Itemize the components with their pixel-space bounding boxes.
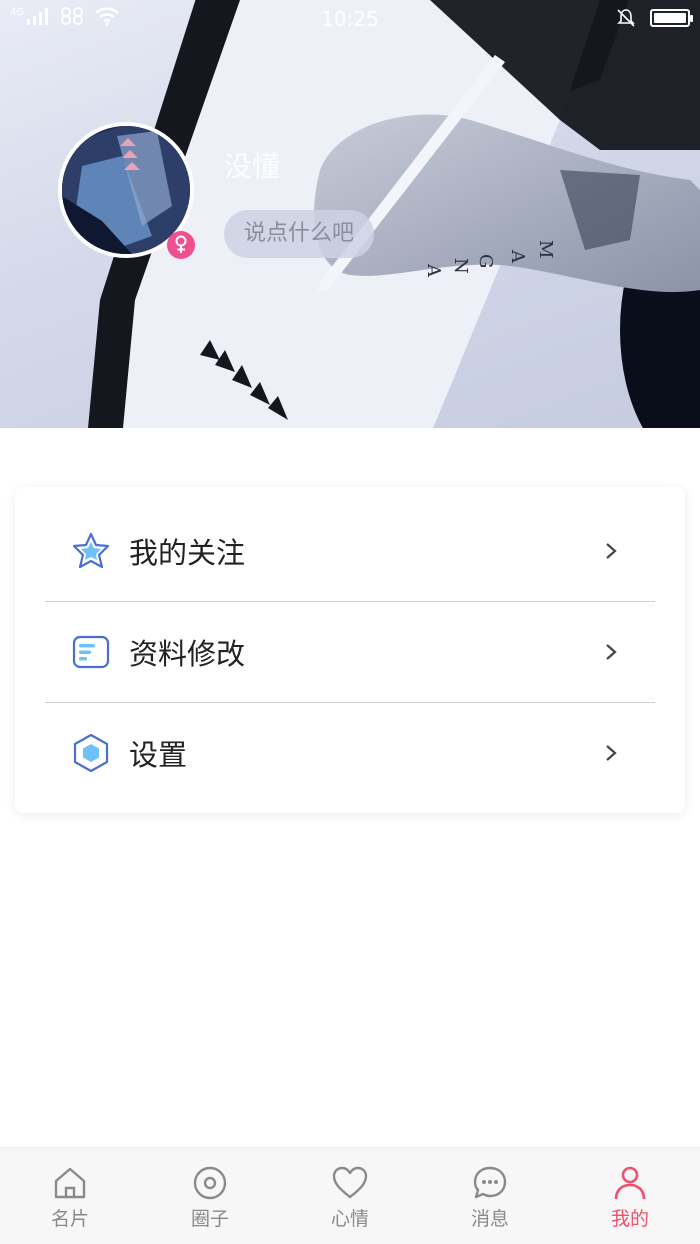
chevron-right-icon	[606, 745, 617, 761]
status-right	[616, 8, 693, 28]
profile-card-icon	[72, 635, 110, 669]
tab-label: 名片	[50, 1208, 89, 1230]
tab-mine[interactable]: 我的	[560, 1148, 700, 1244]
tab-label: 圈子	[190, 1208, 229, 1230]
tab-card[interactable]: 名片	[0, 1148, 140, 1244]
home-icon	[54, 1167, 86, 1199]
status-bar: 4G 10:25	[0, 0, 700, 36]
tab-label: 心情	[330, 1208, 369, 1230]
svg-text:N: N	[450, 258, 471, 274]
heart-icon	[332, 1166, 368, 1199]
menu-item-settings[interactable]: 设置	[15, 703, 685, 803]
bottom-tab-bar: 名片 圈子 心情 消息 我的	[0, 1147, 700, 1244]
circle-icon	[193, 1166, 227, 1200]
chevron-right-icon	[606, 644, 617, 660]
tab-messages[interactable]: 消息	[420, 1148, 560, 1244]
female-icon	[175, 235, 187, 253]
menu-item-label: 资料修改	[129, 637, 246, 671]
gender-badge	[167, 231, 195, 259]
hexagon-settings-icon	[73, 733, 109, 773]
menu-item-label: 设置	[129, 738, 188, 772]
svg-text:M: M	[535, 240, 556, 258]
signature-input[interactable]: 说点什么吧	[224, 210, 375, 258]
tab-circle[interactable]: 圈子	[140, 1148, 280, 1244]
tab-mood[interactable]: 心情	[280, 1148, 420, 1244]
battery-icon	[650, 9, 693, 27]
menu-item-edit-profile[interactable]: 资料修改	[15, 602, 685, 702]
menu-card: 我的关注 资料修改 设置	[15, 487, 685, 813]
star-icon	[72, 532, 110, 569]
username: 没懂	[224, 150, 281, 183]
menu-item-label: 我的关注	[129, 536, 246, 570]
tab-label: 我的	[610, 1208, 649, 1230]
menu-item-following[interactable]: 我的关注	[15, 501, 685, 601]
person-icon	[614, 1166, 646, 1200]
tab-label: 消息	[470, 1208, 509, 1230]
bell-muted-icon	[617, 9, 635, 27]
status-time: 10:25	[321, 7, 379, 31]
profile-screen: M A G N A 4G 10:25 没懂 说点什么吧 我的关注 资料修改 设置…	[0, 0, 700, 1244]
chevron-right-icon	[606, 543, 617, 559]
svg-text:A: A	[507, 249, 528, 264]
chat-icon	[473, 1166, 507, 1199]
svg-text:A: A	[423, 263, 444, 278]
svg-text:G: G	[475, 254, 496, 268]
